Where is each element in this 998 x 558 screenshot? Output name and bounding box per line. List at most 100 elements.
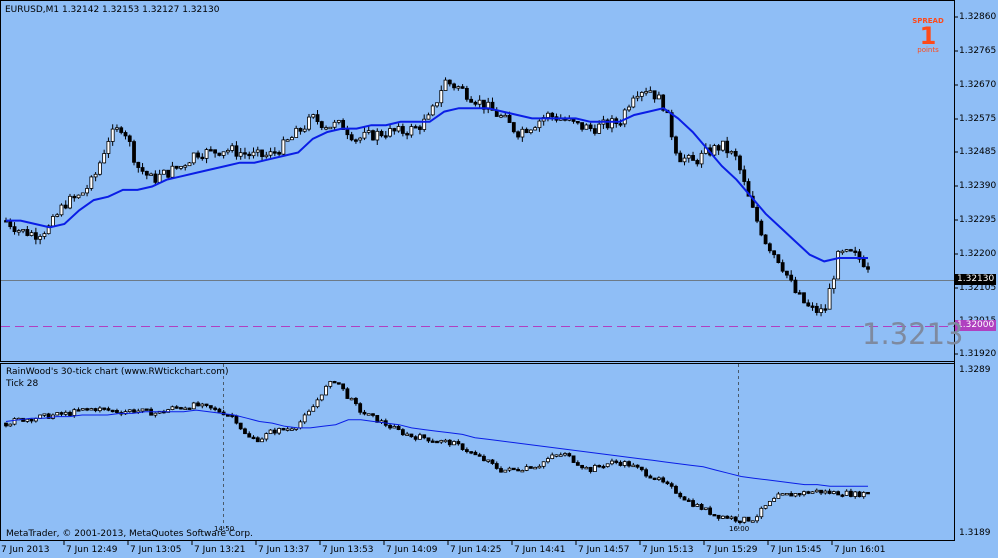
- candle-body: [759, 507, 764, 518]
- candle-body: [635, 95, 640, 99]
- candle-body: [618, 123, 623, 126]
- candle-body: [537, 465, 542, 469]
- candle-body: [452, 441, 456, 446]
- candle-body: [144, 408, 149, 411]
- candle-body: [678, 492, 683, 498]
- candle-body: [204, 149, 209, 159]
- candle-body: [234, 145, 239, 157]
- candle-body: [298, 127, 303, 132]
- candle-body: [674, 136, 678, 154]
- candle-body: [149, 408, 153, 416]
- candle-body: [627, 461, 631, 467]
- candle-body: [392, 426, 397, 429]
- candle-body: [789, 493, 794, 497]
- candle-body: [8, 423, 13, 427]
- candle-body: [554, 454, 559, 457]
- candle-body: [550, 112, 555, 118]
- candle-body: [153, 173, 158, 183]
- time-axis-label: 7 Jun 13:05: [130, 545, 182, 555]
- candle-body: [528, 129, 533, 134]
- candle-body: [140, 167, 145, 172]
- candle-body: [358, 403, 363, 413]
- candle-body: [76, 409, 81, 412]
- candle-body: [597, 464, 602, 468]
- spread-unit: points: [917, 46, 939, 54]
- candle-body: [366, 130, 371, 133]
- candle-body: [524, 128, 529, 134]
- candle-body: [102, 407, 107, 410]
- candle-body: [657, 477, 661, 480]
- candle-body: [392, 128, 397, 132]
- tick-chart-title: RainWood's 30-tick chart (www.RWtickchar…: [6, 367, 229, 377]
- candle-body: [725, 515, 730, 519]
- candle-body: [819, 308, 823, 313]
- price-axis-label: 1.32390: [959, 181, 997, 191]
- candle-body: [68, 195, 72, 209]
- candle-body: [511, 467, 516, 471]
- candle-body: [592, 464, 597, 472]
- candle-body: [80, 192, 85, 196]
- candle-body: [639, 466, 644, 471]
- candle-body: [831, 278, 836, 289]
- candle-body: [42, 233, 47, 237]
- candle-body: [21, 229, 25, 232]
- candle-body: [324, 127, 328, 130]
- tick-chart-subtitle: Tick 28: [6, 379, 39, 389]
- candle-body: [341, 383, 346, 390]
- candle-body: [362, 411, 367, 415]
- candle-body: [772, 250, 777, 256]
- candle-body: [217, 408, 222, 413]
- candle-body: [200, 403, 205, 407]
- candle-body: [827, 288, 832, 310]
- candle-body: [469, 98, 474, 103]
- price-axis-label: 1.32200: [959, 249, 997, 259]
- chart-canvas[interactable]: [0, 0, 998, 558]
- candle-body: [25, 418, 30, 422]
- candle-body: [648, 475, 653, 479]
- candle-body: [349, 397, 354, 401]
- candle-body: [447, 439, 452, 446]
- candle-body: [669, 112, 674, 138]
- time-axis-label: 7 Jun 16:01: [834, 545, 886, 555]
- candle-body: [264, 433, 269, 440]
- candle-body: [238, 422, 243, 430]
- candle-body: [537, 120, 542, 129]
- time-axis-label: 7 Jun 15:29: [706, 545, 758, 555]
- candle-body: [639, 92, 644, 97]
- candle-body: [4, 422, 8, 427]
- candle-body: [473, 451, 478, 456]
- candle-body: [691, 500, 695, 507]
- candle-body: [358, 137, 363, 141]
- candle-body: [776, 254, 781, 264]
- candle-body: [362, 131, 367, 139]
- candle-body: [170, 406, 175, 410]
- candle-body: [400, 126, 405, 134]
- candle-body: [558, 454, 563, 457]
- candle-body: [268, 151, 273, 156]
- candle-body: [780, 262, 785, 272]
- candle-body: [290, 428, 294, 431]
- candle-body: [622, 461, 627, 466]
- candle-body: [97, 162, 102, 175]
- candle-body: [759, 220, 764, 236]
- candle-body: [464, 87, 469, 100]
- candle-body: [516, 468, 520, 472]
- candle-body: [294, 127, 299, 138]
- candle-body: [755, 516, 759, 522]
- candle-body: [742, 169, 747, 182]
- candle-body: [443, 79, 448, 91]
- candle-body: [443, 439, 448, 443]
- candle-body: [388, 128, 392, 137]
- candle-body: [59, 204, 64, 216]
- candle-body: [631, 97, 636, 108]
- candle-body: [430, 440, 435, 443]
- candle-body: [789, 274, 794, 281]
- candle-body: [486, 459, 491, 462]
- candle-body: [243, 428, 247, 435]
- candle-body: [699, 504, 704, 510]
- copyright-text: MetaTrader, © 2001-2013, MetaQuotes Soft…: [6, 529, 253, 539]
- price-axis-label: 1.32295: [959, 215, 997, 225]
- candle-body: [85, 188, 89, 194]
- candle-body: [831, 491, 836, 494]
- candle-body: [426, 437, 431, 442]
